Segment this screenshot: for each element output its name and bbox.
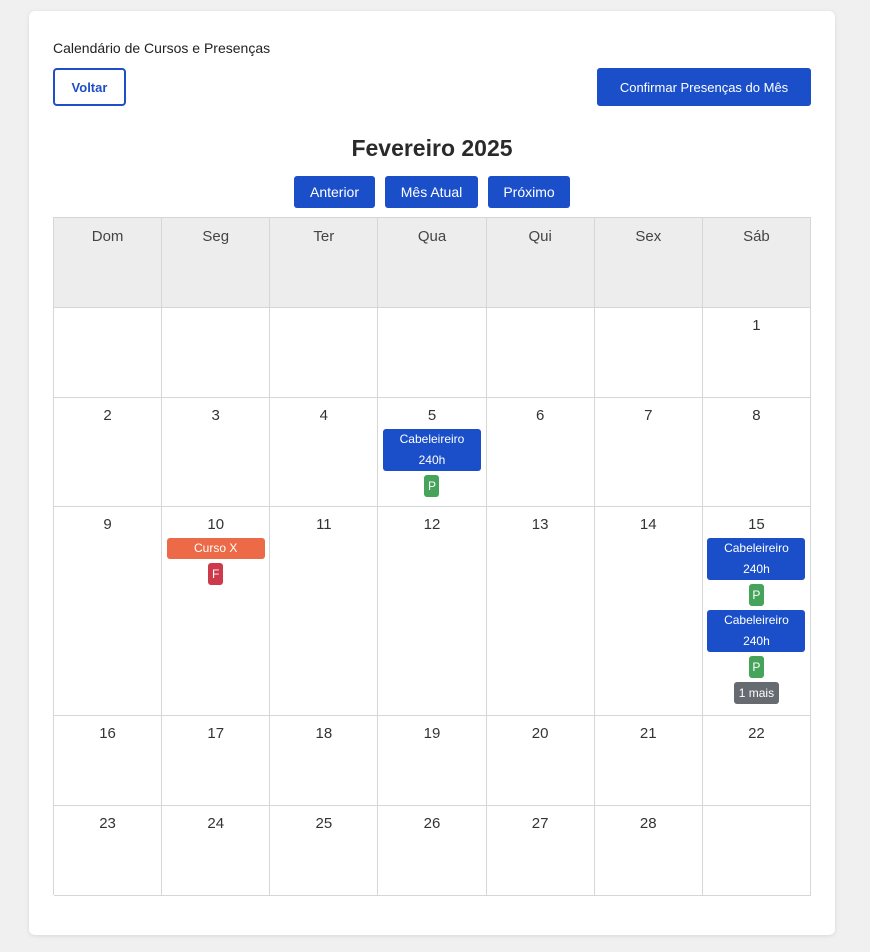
day-cell[interactable]: 15 Cabeleireiro 240h P Cabeleireiro 240h P 1 … (702, 507, 811, 716)
prev-month-button[interactable]: Anterior (294, 176, 375, 208)
next-month-button[interactable]: Próximo (488, 176, 570, 208)
day-cell[interactable]: 25 (270, 806, 379, 896)
day-number: 18 (315, 725, 333, 742)
day-cell[interactable]: 22 (702, 716, 811, 806)
day-cell[interactable]: 3 (162, 398, 271, 507)
day-cell[interactable]: 27 (486, 806, 595, 896)
day-cell[interactable]: 13 (486, 507, 595, 716)
day-cell[interactable]: 14 (594, 507, 703, 716)
weekday-header: Sáb (702, 218, 811, 308)
more-events-badge[interactable]: 1 mais (733, 682, 780, 704)
day-cell[interactable]: 17 (162, 716, 271, 806)
day-cell[interactable] (486, 308, 595, 398)
course-event[interactable]: Cabeleireiro 240h (382, 429, 481, 471)
day-cell[interactable] (270, 308, 379, 398)
calendar-grid: Dom Seg Ter Qua Qui Sex Sáb 1 2 3 4 5 Cabeleireiro 2… (53, 217, 811, 896)
day-cell[interactable]: 5 Cabeleireiro 240h P (378, 398, 487, 507)
day-cell[interactable]: 18 (270, 716, 379, 806)
day-cell[interactable]: 23 (54, 806, 163, 896)
day-cell[interactable] (594, 308, 703, 398)
day-cell[interactable]: 21 (594, 716, 703, 806)
day-number: 5 (427, 407, 437, 424)
day-number: 28 (639, 815, 657, 832)
day-cell[interactable] (162, 308, 271, 398)
day-number: 6 (535, 407, 545, 424)
day-cell[interactable]: 28 (594, 806, 703, 896)
day-number: 4 (319, 407, 329, 424)
day-cell[interactable]: 4 (270, 398, 379, 507)
day-cell[interactable]: 7 (594, 398, 703, 507)
weekday-header: Qua (378, 218, 487, 308)
day-cell[interactable]: 24 (162, 806, 271, 896)
present-badge[interactable]: P (748, 656, 764, 678)
weekday-header: Ter (270, 218, 379, 308)
day-cell[interactable]: 6 (486, 398, 595, 507)
day-number: 27 (531, 815, 549, 832)
day-cell[interactable] (378, 308, 487, 398)
day-number: 25 (315, 815, 333, 832)
day-cell[interactable]: 19 (378, 716, 487, 806)
current-month-button[interactable]: Mês Atual (385, 176, 478, 208)
page-title: Calendário de Cursos e Presenças (53, 40, 271, 56)
day-number: 8 (752, 407, 761, 424)
day-number: 2 (103, 407, 112, 424)
day-number: 13 (531, 516, 549, 533)
day-number: 12 (423, 516, 441, 533)
day-number: 14 (639, 516, 657, 533)
present-badge[interactable]: P (424, 475, 440, 497)
present-badge[interactable]: P (748, 584, 764, 606)
day-cell[interactable]: 12 (378, 507, 487, 716)
weekday-header: Seg (162, 218, 271, 308)
day-number: 19 (423, 725, 441, 742)
day-number: 26 (423, 815, 441, 832)
day-cell[interactable]: 26 (378, 806, 487, 896)
day-cell[interactable]: 10 Curso X F (162, 507, 271, 716)
day-number: 11 (316, 516, 332, 533)
day-cell[interactable] (702, 806, 811, 896)
day-number: 7 (644, 407, 653, 424)
calendar-card: Calendário de Cursos e Presenças Voltar … (29, 11, 835, 935)
day-cell[interactable]: 20 (486, 716, 595, 806)
day-number: 21 (639, 725, 657, 742)
day-cell[interactable]: 16 (54, 716, 163, 806)
day-number: 23 (99, 815, 116, 832)
day-cell[interactable]: 8 (702, 398, 811, 507)
day-number: 10 (207, 516, 225, 533)
day-number: 15 (748, 516, 765, 533)
day-number: 20 (531, 725, 549, 742)
day-cell[interactable]: 1 (702, 308, 811, 398)
day-cell[interactable] (54, 308, 163, 398)
day-cell[interactable]: 2 (54, 398, 163, 507)
confirm-attendance-button[interactable]: Confirmar Presenças do Mês (597, 68, 811, 106)
day-number: 24 (207, 815, 225, 832)
day-number: 9 (103, 516, 112, 533)
weekday-header: Sex (594, 218, 703, 308)
day-number: 17 (207, 725, 225, 742)
course-event[interactable]: Curso X (166, 538, 265, 559)
day-number: 1 (752, 317, 761, 334)
back-button[interactable]: Voltar (53, 68, 126, 106)
weekday-header: Qui (486, 218, 595, 308)
weekday-header: Dom (54, 218, 163, 308)
day-cell[interactable]: 11 (270, 507, 379, 716)
day-number: 3 (211, 407, 220, 424)
day-number: 22 (748, 725, 765, 742)
absent-badge[interactable]: F (208, 563, 224, 585)
course-event[interactable]: Cabeleireiro 240h (707, 610, 806, 652)
day-number: 16 (99, 725, 116, 742)
course-event[interactable]: Cabeleireiro 240h (707, 538, 806, 580)
month-title: Fevereiro 2025 (351, 135, 513, 161)
day-cell[interactable]: 9 (54, 507, 163, 716)
